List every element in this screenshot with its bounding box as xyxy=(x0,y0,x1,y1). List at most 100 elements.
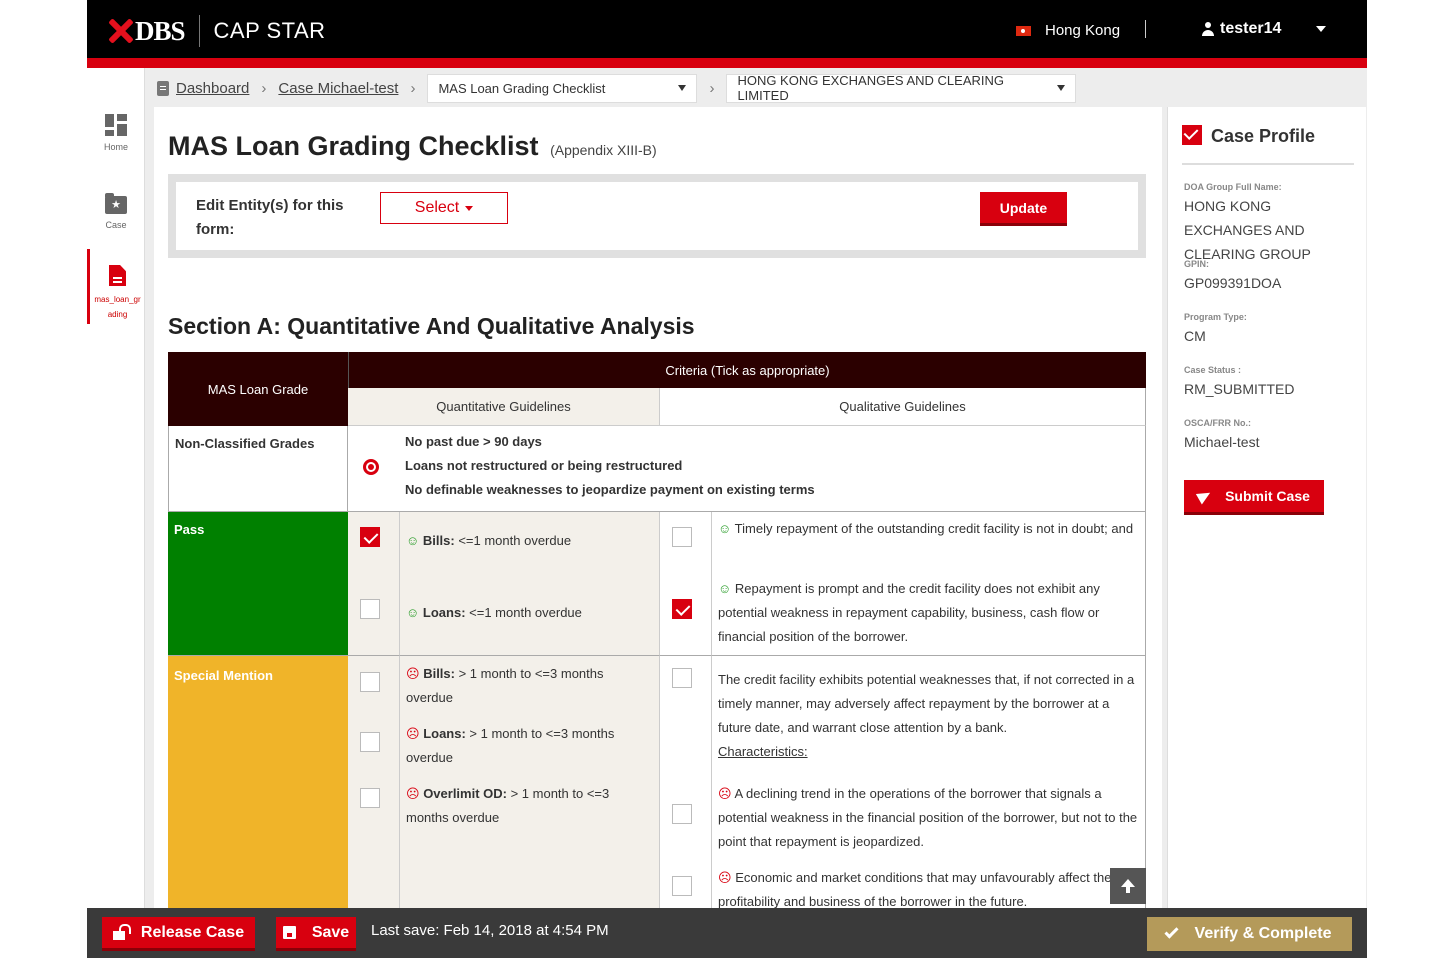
dbs-logo[interactable]: DBS CAP STAR xyxy=(107,15,326,47)
release-case-button[interactable]: Release Case xyxy=(102,917,255,951)
section-a-title: Section A: Quantitative And Qualitative … xyxy=(168,313,695,339)
frown-icon: ☹ xyxy=(406,786,420,801)
pass-bills-checkbox[interactable] xyxy=(360,527,380,547)
sidebar-item-case[interactable]: ★ Case xyxy=(87,193,145,230)
program-type-value: CM xyxy=(1184,328,1206,344)
caret-down-icon xyxy=(678,85,687,91)
case-profile-title: Case Profile xyxy=(1211,126,1316,146)
criteria-cell-non-classified: No past due > 90 days Loans not restruct… xyxy=(348,426,1146,512)
sidebar-label-form-line1: mas_loan_gr xyxy=(94,295,141,304)
non-classified-radio[interactable] xyxy=(363,459,379,475)
region-label: Hong Kong xyxy=(1045,22,1121,39)
special-qual-1-text: ☹ A declining trend in the operations of… xyxy=(718,786,1138,849)
special-qual-text: The credit facility exhibits potential w… xyxy=(712,656,1146,908)
region-selector[interactable]: Hong Kong xyxy=(1016,22,1120,39)
grade-label-special-mention: Special Mention xyxy=(174,668,273,683)
chevron-right-icon: › xyxy=(261,79,267,97)
hong-kong-flag-icon xyxy=(1016,25,1031,36)
smile-icon: ☺ xyxy=(406,605,420,620)
non-classified-line-2: Loans not restructured or being restruct… xyxy=(405,458,683,473)
user-menu-caret-icon[interactable] xyxy=(1316,26,1326,32)
entity-select-label: Select xyxy=(414,199,460,216)
footer-bar: Release Case Save Last save: Feb 14, 201… xyxy=(87,908,1367,958)
folder-star-icon: ★ xyxy=(105,193,127,214)
entity-select-button[interactable]: Select xyxy=(380,192,508,224)
pass-qual-1-checkbox[interactable] xyxy=(672,527,692,547)
form-select-dropdown[interactable]: MAS Loan Grading Checklist xyxy=(427,73,698,103)
edit-entity-panel: Edit Entity(s) for this form: Select Upd… xyxy=(168,174,1146,258)
special-quant-checkboxes xyxy=(348,656,400,908)
sidebar-label-home: Home xyxy=(103,142,128,152)
entity-select-value: HONG KONG EXCHANGES AND CLEARING LIMITED xyxy=(737,73,1004,103)
submit-case-label: Submit Case xyxy=(1225,488,1310,504)
sidebar-item-home[interactable]: Home xyxy=(87,114,145,152)
document-icon xyxy=(109,265,126,286)
verify-complete-label: Verify & Complete xyxy=(1194,925,1332,942)
page-title: MAS Loan Grading Checklist (Appendix XII… xyxy=(168,131,657,162)
dbs-x-icon xyxy=(107,18,133,44)
save-button[interactable]: Save xyxy=(276,917,356,951)
smile-icon: ☺ xyxy=(718,581,732,596)
special-bills-checkbox[interactable] xyxy=(360,672,380,692)
breadcrumb-dashboard-link[interactable]: Dashboard xyxy=(176,80,249,97)
breadcrumb-case-link[interactable]: Case Michael-test xyxy=(278,80,398,97)
frown-icon: ☹ xyxy=(406,726,420,741)
page-subtitle: (Appendix XIII-B) xyxy=(550,142,657,158)
user-menu[interactable]: tester14 xyxy=(1202,20,1281,38)
special-qual-1-checkbox[interactable] xyxy=(672,804,692,824)
case-profile-panel: Case Profile DOA Group Full Name: HONG K… xyxy=(1167,107,1366,908)
page-title-text: MAS Loan Grading Checklist xyxy=(168,131,539,161)
brand-divider xyxy=(198,15,200,47)
frown-icon: ☹ xyxy=(718,786,732,801)
grade-label-non-classified: Non-Classified Grades xyxy=(175,436,315,451)
pass-quant-text: ☺ Bills: <=1 month overdue ☺ Loans: <=1 … xyxy=(400,512,660,656)
special-bills-text: ☹ Bills: > 1 month to <=3 months overdue xyxy=(406,666,604,705)
update-button[interactable]: Update xyxy=(980,192,1067,226)
case-profile-header[interactable]: Case Profile xyxy=(1182,125,1354,165)
pass-loans-checkbox[interactable] xyxy=(360,599,380,619)
user-name: tester14 xyxy=(1220,20,1282,37)
breadcrumb: Dashboard › Case Michael-test › MAS Loan… xyxy=(157,72,1077,104)
special-qual-intro-text: The credit facility exhibits potential w… xyxy=(718,672,1135,735)
accent-stripe xyxy=(87,58,1367,68)
paper-plane-icon xyxy=(1195,487,1214,505)
main-content: MAS Loan Grading Checklist (Appendix XII… xyxy=(154,107,1162,908)
chevron-right-icon: › xyxy=(709,79,715,97)
special-loans-checkbox[interactable] xyxy=(360,732,380,752)
special-quant-text: ☹ Bills: > 1 month to <=3 months overdue… xyxy=(400,656,660,908)
product-name: CAP STAR xyxy=(213,18,326,43)
pass-loans-text: ☺ Loans: <=1 month overdue xyxy=(406,605,582,620)
header-divider xyxy=(1145,20,1146,38)
entity-select-dropdown[interactable]: HONG KONG EXCHANGES AND CLEARING LIMITED xyxy=(726,73,1077,103)
pass-qual-checkboxes xyxy=(660,512,712,656)
sidebar-item-mas-loan-grading[interactable]: mas_loan_gr ading xyxy=(87,249,145,324)
special-qual-intro-checkbox[interactable] xyxy=(672,668,692,688)
verify-complete-button[interactable]: Verify & Complete xyxy=(1147,917,1352,951)
column-header-criteria: Criteria (Tick as appropriate) xyxy=(348,352,1146,388)
release-case-label: Release Case xyxy=(140,923,245,941)
special-overlimit-text: ☹ Overlimit OD: > 1 month to <=3 months … xyxy=(406,786,610,825)
special-characteristics-label: Characteristics: xyxy=(718,744,808,759)
pass-qual-1-text: ☺ Timely repayment of the outstanding cr… xyxy=(718,521,1134,536)
top-bar: DBS CAP STAR Hong Kong tester14 xyxy=(87,0,1367,58)
submit-case-button[interactable]: Submit Case xyxy=(1184,480,1324,515)
smile-icon: ☺ xyxy=(406,533,420,548)
special-overlimit-checkbox[interactable] xyxy=(360,788,380,808)
column-header-quantitative: Quantitative Guidelines xyxy=(348,388,660,426)
pass-qual-2-checkbox[interactable] xyxy=(672,599,692,619)
case-status-label: Case Status : xyxy=(1184,365,1242,375)
grade-cell-pass: Pass xyxy=(168,512,348,656)
scroll-to-top-button[interactable] xyxy=(1110,868,1146,904)
last-save-text: Last save: Feb 14, 2018 at 4:54 PM xyxy=(371,922,609,939)
special-qual-2-checkbox[interactable] xyxy=(672,876,692,896)
non-classified-line-3: No definable weaknesses to jeopardize pa… xyxy=(405,482,815,497)
chevron-right-icon: › xyxy=(410,79,416,97)
floppy-disk-icon xyxy=(282,926,296,939)
app-window: DBS CAP STAR Hong Kong tester14 Home ★ C… xyxy=(87,0,1367,958)
frown-icon: ☹ xyxy=(406,666,420,681)
osca-frr-value: Michael-test xyxy=(1184,434,1260,450)
sidebar-label-form-line2: ading xyxy=(107,310,128,319)
check-icon xyxy=(1163,923,1179,939)
frown-icon: ☹ xyxy=(718,870,732,885)
program-type-label: Program Type: xyxy=(1184,312,1247,322)
